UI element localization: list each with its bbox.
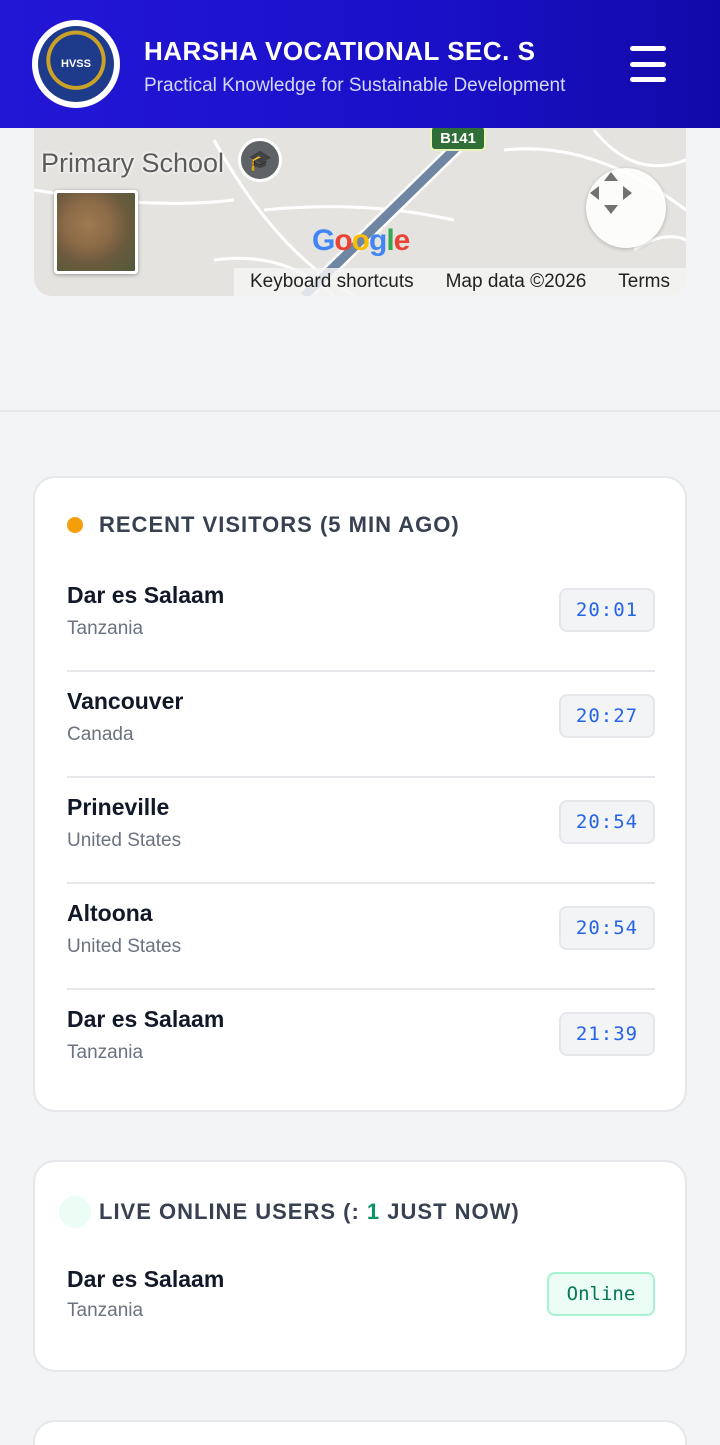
time-badge: 20:54 [559,906,655,950]
list-item: Dar es Salaam Tanzania 21:39 [67,990,655,1096]
logo-emblem: HVSS [38,26,114,102]
list-item: Vancouver Canada 20:27 [67,672,655,778]
section-divider [0,410,720,412]
visitor-city: Altoona [67,900,153,926]
recent-visitors-card: RECENT VISITORS (5 MIN AGO) Dar es Salaa… [33,476,687,1112]
card-header: RECENT VISITORS (5 MIN AGO) [67,512,460,538]
list-item: Dar es Salaam Tanzania 20:01 [67,566,655,672]
visitor-country: United States [67,936,182,957]
menu-bar [630,61,666,67]
online-country: Tanzania [67,1300,144,1321]
card-title: LIVE ONLINE USERS (: 1 JUST NOW) [99,1199,520,1225]
list-item: Altoona United States 20:54 [67,884,655,990]
visitor-country: United States [67,830,182,851]
visitor-list: Dar es Salaam Tanzania 20:01 Vancouver C… [67,566,655,1096]
brand: HARSHA VOCATIONAL SEC. S Practical Knowl… [144,36,565,97]
visitor-country: Tanzania [67,618,144,639]
visitor-city: Dar es Salaam [67,582,225,608]
list-item: Prineville United States 20:54 [67,778,655,884]
online-count: 1 [366,1199,381,1224]
site-subtitle: Practical Knowledge for Sustainable Deve… [144,75,566,96]
school-logo[interactable]: HVSS [32,20,120,108]
visitor-country: Canada [67,724,134,745]
status-dot-icon [67,517,83,533]
site-title[interactable]: HARSHA VOCATIONAL SEC. S [144,36,565,67]
keyboard-shortcuts-link[interactable]: Keyboard shortcuts [250,271,414,293]
time-badge: 21:39 [559,1012,655,1056]
next-card [33,1420,687,1445]
card-title: RECENT VISITORS (5 MIN AGO) [99,512,460,537]
graduation-cap-icon[interactable]: 🎓 [238,138,282,182]
map-embed[interactable]: Primary School 🎓 B141 Google Keyboard sh… [34,100,686,296]
google-logo: Google [312,224,410,257]
terms-link[interactable]: Terms [618,271,670,293]
time-badge: 20:27 [559,694,655,738]
time-badge: 20:54 [559,800,655,844]
hamburger-menu-icon[interactable] [626,44,670,84]
visitor-country: Tanzania [67,1042,144,1063]
menu-bar [630,77,666,82]
visitor-city: Dar es Salaam [67,1006,225,1032]
live-pulse-icon [59,1196,91,1228]
visitor-city: Prineville [67,794,170,820]
time-badge: 20:01 [559,588,655,632]
status-badge: Online [547,1272,655,1316]
menu-bar [630,46,666,51]
map-attribution: Keyboard shortcuts Map data ©2026 Terms [234,268,686,296]
road-shield-label: B141 [430,125,486,151]
map-place-label: Primary School [41,148,225,178]
pan-arrows-icon[interactable] [586,168,666,248]
live-online-card: LIVE ONLINE USERS (: 1 JUST NOW) Dar es … [33,1160,687,1372]
card-header: LIVE ONLINE USERS (: 1 JUST NOW) [59,1196,520,1228]
visitor-city: Vancouver [67,688,184,714]
satellite-view-toggle[interactable] [54,190,138,274]
online-city: Dar es Salaam [67,1266,225,1292]
app-header: HVSS HARSHA VOCATIONAL SEC. S Practical … [0,0,720,128]
title-suffix: JUST NOW) [380,1199,520,1224]
map-data-text: Map data ©2026 [445,271,587,292]
title-prefix: LIVE ONLINE USERS (: [99,1199,367,1224]
list-item: Dar es Salaam Tanzania Online [67,1262,655,1342]
